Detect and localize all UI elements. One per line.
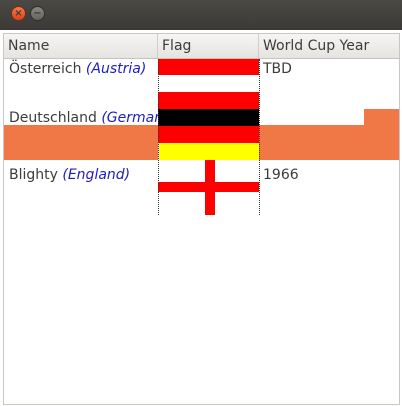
year-cell: 1966 <box>263 167 299 183</box>
english-name: (England) <box>62 167 131 183</box>
selection-highlight-year <box>259 125 364 160</box>
table-row-england[interactable]: Blighty (England) 1966 <box>4 160 399 215</box>
native-name: Österreich <box>9 61 82 77</box>
flag-cross-horizontal <box>158 182 259 192</box>
flag-stripe-red-top <box>158 59 259 75</box>
flag-england <box>158 160 259 215</box>
column-header-name[interactable]: Name <box>4 34 158 58</box>
flag-stripe-red-bottom <box>158 92 259 109</box>
column-header-year[interactable]: World Cup Year <box>259 34 399 58</box>
native-name: Blighty <box>9 167 58 183</box>
name-cell: Blighty (England) <box>9 166 130 184</box>
rows-container: Österreich (Austria) TBD Deutschland (Ge… <box>4 59 399 404</box>
window-client: Name Flag World Cup Year Österreich (Aus… <box>0 30 402 406</box>
column-header-flag[interactable]: Flag <box>158 34 259 58</box>
table-row-austria[interactable]: Österreich (Austria) TBD <box>4 59 399 109</box>
flag-stripe-gold <box>158 143 259 160</box>
english-name: (Austria) <box>85 61 147 77</box>
flag-stripe-white <box>158 75 259 92</box>
close-button[interactable]: × <box>11 6 26 21</box>
flag-stripe-red <box>158 126 259 143</box>
minimize-button[interactable]: − <box>30 6 45 21</box>
tree-view[interactable]: Name Flag World Cup Year Österreich (Aus… <box>3 33 400 405</box>
focus-guide-right <box>259 59 260 215</box>
year-cell: TBD <box>263 61 292 77</box>
table-row-germany[interactable]: Deutschland (Germany) <box>4 109 399 160</box>
flag-austria <box>158 59 259 109</box>
column-header-row: Name Flag World Cup Year <box>4 34 399 59</box>
name-cell: Österreich (Austria) <box>9 60 146 78</box>
selection-highlight-edge <box>364 109 399 160</box>
title-bar: × − <box>0 0 402 30</box>
flag-stripe-black <box>158 109 259 126</box>
selection-highlight-name <box>4 125 158 160</box>
flag-germany <box>158 109 259 160</box>
focus-guide-left <box>158 59 159 215</box>
name-cell: Deutschland (Germany) <box>9 109 177 127</box>
native-name: Deutschland <box>9 110 97 126</box>
